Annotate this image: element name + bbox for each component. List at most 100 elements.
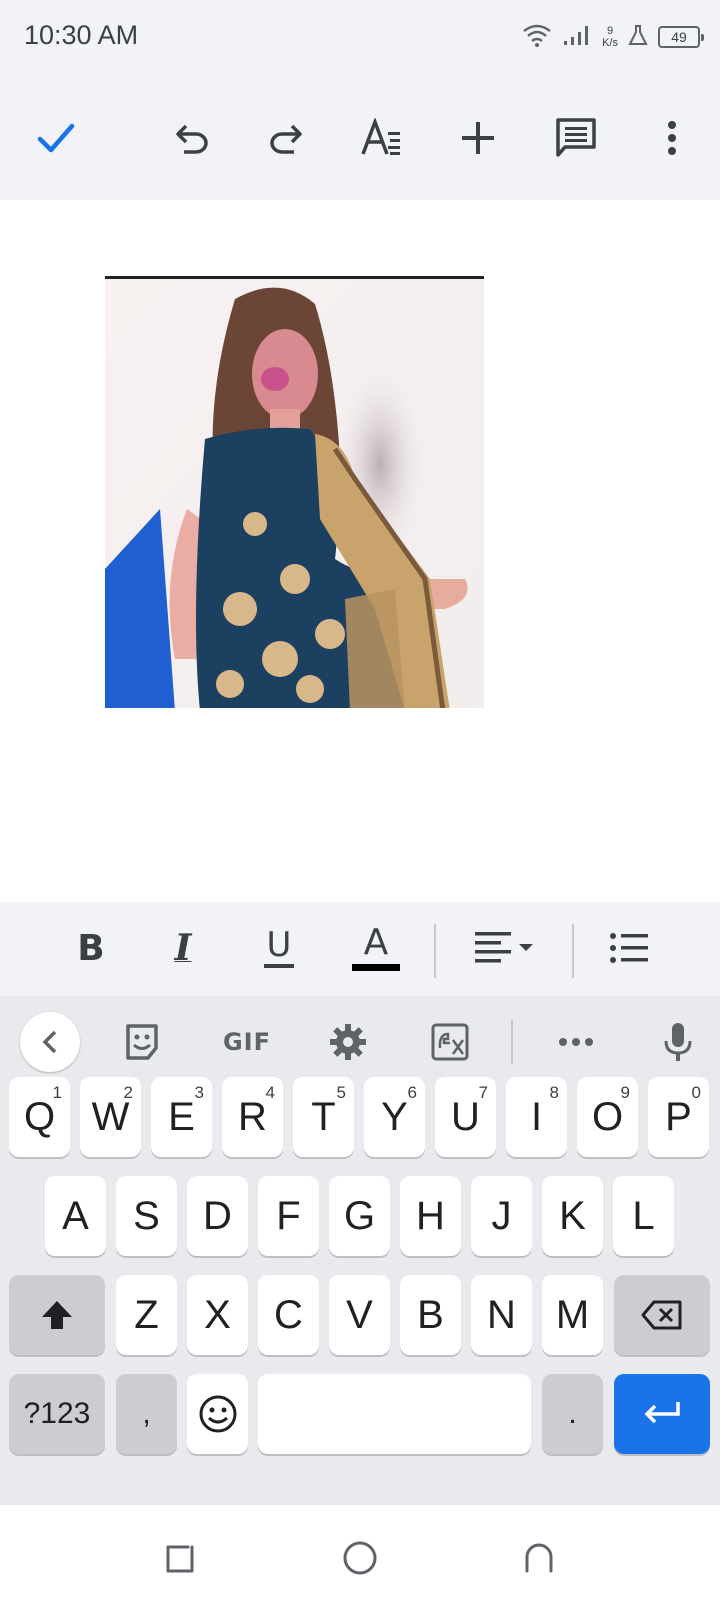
key-m[interactable]: M (542, 1275, 603, 1355)
doc-toolbar (0, 80, 720, 200)
status-time: 10:30 AM (24, 20, 139, 50)
period-key[interactable]: . (542, 1374, 603, 1454)
back-button[interactable] (514, 1533, 564, 1583)
document-body[interactable] (0, 200, 720, 902)
done-button[interactable] (24, 106, 88, 170)
translate-button[interactable] (420, 1012, 480, 1072)
key-q[interactable]: Q1 (9, 1077, 70, 1157)
key-n[interactable]: N (471, 1275, 532, 1355)
key-hint: 8 (549, 1083, 559, 1102)
signal-icon (562, 23, 592, 52)
key-label: A (62, 1193, 89, 1238)
enter-icon (644, 1402, 680, 1424)
key-j[interactable]: J (471, 1176, 532, 1256)
home-button[interactable] (335, 1533, 385, 1583)
photo-image (105, 279, 484, 708)
space-key[interactable] (258, 1374, 531, 1454)
key-c[interactable]: C (258, 1275, 319, 1355)
key-f[interactable]: F (258, 1176, 319, 1256)
key-a[interactable]: A (45, 1176, 106, 1256)
key-hint: 2 (123, 1083, 133, 1102)
key-p[interactable]: P0 (648, 1077, 709, 1157)
key-e[interactable]: E3 (151, 1077, 212, 1157)
recents-button[interactable] (156, 1533, 206, 1583)
key-label: O (591, 1094, 624, 1139)
key-l[interactable]: L (613, 1176, 674, 1256)
key-d[interactable]: D (187, 1176, 248, 1256)
align-button[interactable] (470, 918, 540, 978)
key-hint: 7 (478, 1083, 488, 1102)
underline-label: U (266, 925, 292, 965)
key-label: H (416, 1193, 445, 1238)
key-hint: 9 (620, 1083, 630, 1102)
backspace-key[interactable] (614, 1275, 710, 1355)
key-label: Y (381, 1094, 408, 1139)
keyboard-toolbar: GIF (0, 996, 720, 1086)
key-label: K (559, 1193, 586, 1238)
symbols-key[interactable]: ?123 (9, 1374, 105, 1454)
key-hint: 4 (265, 1083, 275, 1102)
enter-key[interactable] (614, 1374, 710, 1454)
key-o[interactable]: O9 (577, 1077, 638, 1157)
insert-button[interactable] (446, 106, 510, 170)
text-color-button[interactable]: A (348, 918, 404, 978)
key-r[interactable]: R4 (222, 1077, 283, 1157)
key-t[interactable]: T5 (293, 1077, 354, 1157)
key-hint: 5 (336, 1083, 346, 1102)
key-label: I (530, 1094, 543, 1139)
key-label: E (168, 1094, 195, 1139)
microphone-icon (664, 1023, 692, 1061)
key-i[interactable]: I8 (506, 1077, 567, 1157)
key-label: D (203, 1193, 232, 1238)
redo-icon (270, 124, 302, 154)
key-g[interactable]: G (329, 1176, 390, 1256)
key-w[interactable]: W2 (80, 1077, 141, 1157)
more-options-button[interactable] (640, 106, 704, 170)
key-label: S (133, 1193, 160, 1238)
gif-label: GIF (222, 1028, 272, 1056)
key-label: N (487, 1292, 516, 1337)
key-z[interactable]: Z (116, 1275, 177, 1355)
key-b[interactable]: B (400, 1275, 461, 1355)
italic-button[interactable]: I (160, 918, 206, 978)
bold-label: B (77, 927, 105, 969)
underline-button[interactable]: U (256, 918, 302, 978)
status-icons: 9 K/s 49 (522, 20, 704, 54)
key-u[interactable]: U7 (435, 1077, 496, 1157)
key-label: F (276, 1193, 301, 1238)
list-button[interactable] (606, 918, 652, 978)
bold-button[interactable]: B (68, 918, 114, 978)
key-label: T (311, 1094, 336, 1139)
format-bar: B I U A (0, 902, 720, 996)
emoji-icon (199, 1395, 236, 1433)
key-y[interactable]: Y6 (364, 1077, 425, 1157)
emoji-key[interactable] (187, 1374, 248, 1454)
redo-button[interactable] (254, 106, 318, 170)
undo-button[interactable] (160, 106, 224, 170)
voice-input-button[interactable] (648, 1012, 708, 1072)
key-v[interactable]: V (329, 1275, 390, 1355)
bulleted-list-icon (610, 933, 648, 963)
shift-key[interactable] (9, 1275, 105, 1355)
key-hint: 6 (407, 1083, 417, 1102)
backspace-icon (641, 1300, 682, 1330)
translate-icon (431, 1023, 469, 1061)
gif-button[interactable]: GIF (212, 1012, 282, 1072)
more-vert-icon (668, 121, 676, 155)
comment-button[interactable] (544, 106, 608, 170)
keyboard-back-button[interactable] (20, 1012, 80, 1072)
key-k[interactable]: K (542, 1176, 603, 1256)
key-x[interactable]: X (187, 1275, 248, 1355)
keyboard-settings-button[interactable] (318, 1012, 378, 1072)
text-format-button[interactable] (350, 106, 414, 170)
format-divider (572, 924, 574, 978)
more-keyboard-options-button[interactable] (546, 1012, 606, 1072)
key-label: , (142, 1397, 151, 1430)
sticker-button[interactable] (112, 1012, 172, 1072)
key-label: Z (134, 1292, 159, 1337)
comma-key[interactable]: , (116, 1374, 177, 1454)
inserted-photo[interactable] (105, 276, 484, 708)
key-h[interactable]: H (400, 1176, 461, 1256)
key-hint: 3 (194, 1083, 204, 1102)
key-s[interactable]: S (116, 1176, 177, 1256)
